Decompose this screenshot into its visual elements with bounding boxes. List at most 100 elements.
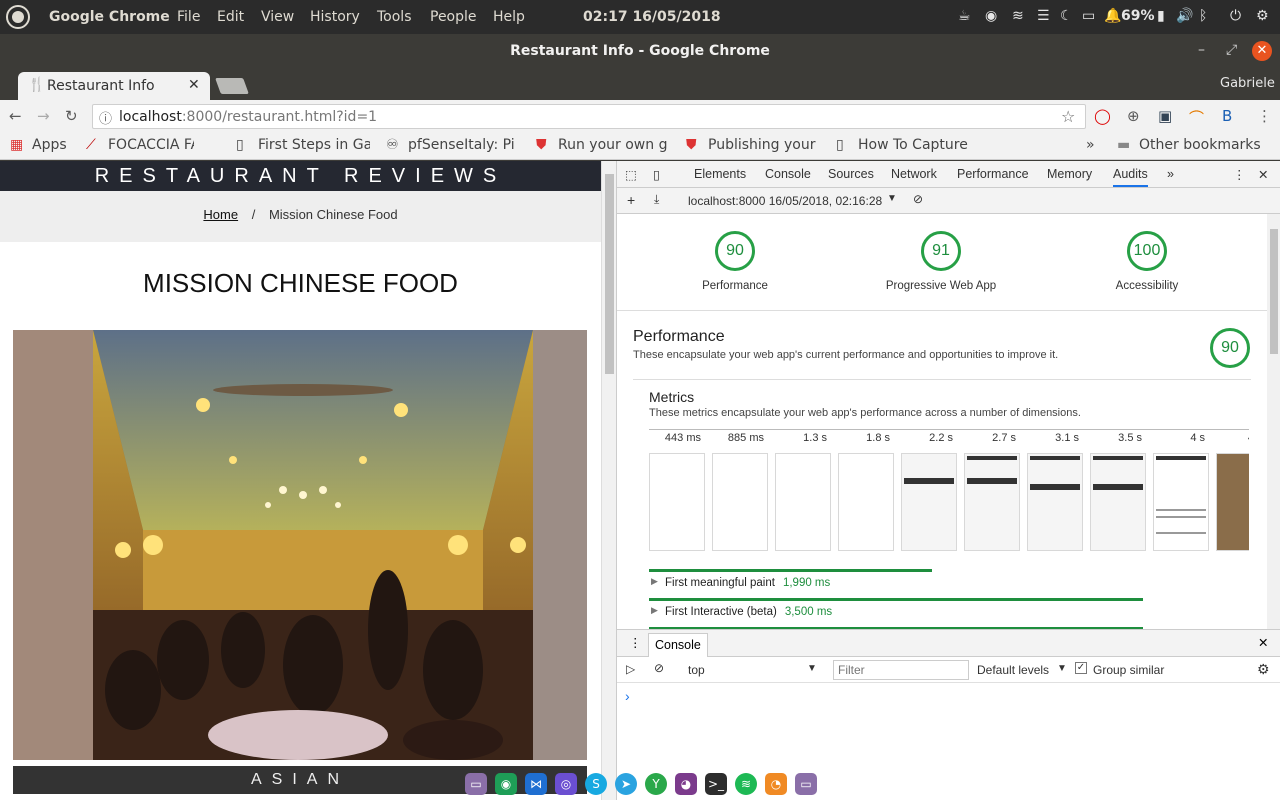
- menu-history[interactable]: History: [310, 9, 360, 25]
- report-selector[interactable]: localhost:8000 16/05/2018, 02:16:28: [688, 194, 882, 208]
- ubuntu-logo-icon[interactable]: [6, 5, 30, 29]
- files-folder-icon[interactable]: ▭: [795, 773, 817, 795]
- bookmark-run-your-own[interactable]: ⛊ Run your own g: [536, 137, 670, 153]
- console-prompt[interactable]: ›: [625, 688, 630, 704]
- report-dropdown-icon[interactable]: ▼: [887, 193, 897, 204]
- battery-icon[interactable]: ▮: [1157, 8, 1165, 24]
- vscode-icon[interactable]: ⋈: [525, 773, 547, 795]
- metric-first-meaningful-paint[interactable]: ▶ First meaningful paint 1,990 ms: [649, 569, 1251, 597]
- wifi-icon[interactable]: ≋: [1012, 8, 1024, 24]
- bookmarks-overflow-icon[interactable]: »: [1086, 137, 1095, 153]
- devtools-menu-icon[interactable]: ⋮: [1233, 167, 1246, 182]
- devtools-tab-audits[interactable]: Audits: [1113, 167, 1148, 187]
- menu-view[interactable]: View: [261, 9, 294, 25]
- devtools-tab-elements[interactable]: Elements: [694, 167, 746, 181]
- bookmark-publishing[interactable]: ⛊ Publishing your: [686, 137, 820, 153]
- menu-help[interactable]: Help: [493, 9, 525, 25]
- device-toolbar-icon[interactable]: ▯: [653, 167, 660, 182]
- devtools-tab-sources[interactable]: Sources: [828, 167, 874, 181]
- pwa-score-gauge[interactable]: 91: [921, 231, 961, 271]
- menu-people[interactable]: People: [430, 9, 477, 25]
- window-close-button[interactable]: ✕: [1252, 41, 1272, 61]
- shield-extension-icon[interactable]: ▣: [1158, 107, 1172, 125]
- devtools-tab-console[interactable]: Console: [765, 167, 811, 181]
- context-dropdown-icon[interactable]: ▼: [807, 663, 817, 674]
- tab-restaurant-info[interactable]: 🍴 Restaurant Info ✕: [18, 72, 210, 100]
- reload-icon[interactable]: ↻: [65, 107, 78, 125]
- terminal-icon[interactable]: >_: [705, 773, 727, 795]
- menu-edit[interactable]: Edit: [217, 9, 244, 25]
- clock[interactable]: 02:17 16/05/2018: [583, 9, 721, 25]
- minimize-icon[interactable]: –: [1198, 42, 1205, 58]
- bookmark-apps[interactable]: ▦ Apps: [10, 137, 67, 153]
- console-drawer-tab[interactable]: Console: [648, 633, 708, 657]
- close-tab-icon[interactable]: ✕: [188, 77, 200, 93]
- devtools-tab-performance[interactable]: Performance: [957, 167, 1029, 181]
- telegram-icon[interactable]: ➤: [615, 773, 637, 795]
- settings-icon[interactable]: ⚙: [1256, 8, 1269, 24]
- coffee-icon[interactable]: ☕: [958, 8, 971, 24]
- new-tab-button[interactable]: [215, 78, 249, 94]
- volume-icon[interactable]: 🔊: [1176, 8, 1193, 24]
- devtools-tab-memory[interactable]: Memory: [1047, 167, 1092, 181]
- y-app-icon[interactable]: Y: [645, 773, 667, 795]
- info-icon[interactable]: ⓘ: [99, 108, 112, 127]
- opera-extension-icon[interactable]: ◯: [1094, 107, 1111, 125]
- spotify-icon[interactable]: ≋: [735, 773, 757, 795]
- bookmark-focaccia[interactable]: ⟋ FOCACCIA FATT: [86, 137, 194, 153]
- more-menu-icon[interactable]: ⋮: [1257, 107, 1272, 125]
- night-mode-icon[interactable]: ☾: [1060, 8, 1073, 24]
- page-scroll-thumb[interactable]: [605, 174, 614, 374]
- menu-file[interactable]: File: [177, 9, 200, 25]
- bookmark-other[interactable]: ▬ Other bookmarks: [1117, 137, 1261, 153]
- files-icon[interactable]: ▭: [465, 773, 487, 795]
- menu-tools[interactable]: Tools: [377, 9, 412, 25]
- context-selector[interactable]: top: [688, 663, 705, 677]
- download-report-icon[interactable]: ⤓: [654, 192, 659, 207]
- app-name[interactable]: Google Chrome: [49, 9, 170, 25]
- expand-arrow-icon[interactable]: ▶: [651, 605, 658, 616]
- browser-app-icon[interactable]: ◉: [495, 773, 517, 795]
- devtools-tab-network[interactable]: Network: [891, 167, 937, 181]
- list-icon[interactable]: ☰: [1037, 8, 1050, 24]
- pidgin-icon[interactable]: ◕: [675, 773, 697, 795]
- breadcrumb-home-link[interactable]: Home: [203, 207, 238, 222]
- bookmark-how-to-capture[interactable]: ▯ How To Capture: [836, 137, 972, 153]
- page-scrollbar[interactable]: [601, 161, 616, 800]
- site-title[interactable]: RESTAURANT REVIEWS: [0, 161, 601, 191]
- forward-icon[interactable]: →: [37, 107, 50, 125]
- levels-dropdown-icon[interactable]: ▼: [1057, 663, 1067, 674]
- bluetooth-icon[interactable]: ᛒ: [1199, 8, 1207, 24]
- drawer-close-icon[interactable]: ✕: [1258, 635, 1268, 650]
- discord-icon[interactable]: ◎: [555, 773, 577, 795]
- group-similar-checkbox[interactable]: ✓: [1075, 662, 1087, 674]
- clear-reports-icon[interactable]: ⊘: [913, 192, 923, 206]
- inspect-element-icon[interactable]: ⬚: [625, 167, 637, 182]
- audit-scrollbar[interactable]: [1267, 214, 1280, 629]
- update-icon[interactable]: ◉: [985, 8, 997, 24]
- audit-scroll-thumb[interactable]: [1270, 229, 1278, 354]
- drawer-menu-icon[interactable]: ⋮: [629, 635, 642, 650]
- log-levels-selector[interactable]: Default levels: [977, 663, 1049, 677]
- bookmark-first-steps[interactable]: ▯ First Steps in Ga: [236, 137, 370, 153]
- expand-arrow-icon[interactable]: ▶: [651, 576, 658, 587]
- new-audit-icon[interactable]: +: [627, 192, 635, 208]
- ubuntu-software-icon[interactable]: ◔: [765, 773, 787, 795]
- clear-console-icon[interactable]: ⊘: [654, 661, 664, 675]
- accessibility-score-gauge[interactable]: 100: [1127, 231, 1167, 271]
- b-extension-icon[interactable]: B: [1222, 107, 1232, 125]
- skype-icon[interactable]: S: [585, 773, 607, 795]
- console-settings-icon[interactable]: ⚙: [1257, 661, 1270, 678]
- console-filter-input[interactable]: [833, 660, 969, 680]
- more-tabs-icon[interactable]: »: [1167, 167, 1174, 181]
- devtools-close-icon[interactable]: ✕: [1258, 167, 1268, 182]
- sidebar-toggle-icon[interactable]: ▷: [626, 662, 635, 676]
- rainbow-extension-icon[interactable]: ⌒: [1189, 107, 1204, 128]
- folder-icon[interactable]: ▭: [1082, 8, 1095, 24]
- back-icon[interactable]: ←: [9, 107, 22, 125]
- address-bar[interactable]: ⓘ localhost:8000/restaurant.html?id=1 ☆: [92, 104, 1086, 129]
- maximize-icon[interactable]: ⤢: [1226, 42, 1237, 58]
- profile-name[interactable]: Gabriele: [1220, 76, 1275, 91]
- star-icon[interactable]: ☆: [1061, 107, 1075, 126]
- battery-percent[interactable]: 69%: [1121, 8, 1155, 24]
